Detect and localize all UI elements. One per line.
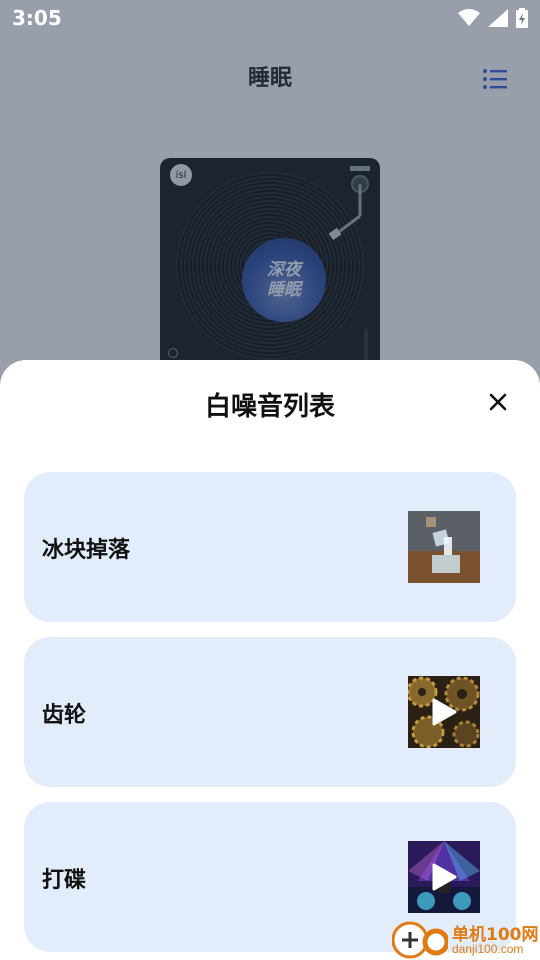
list-item[interactable]: 齿轮 [24, 637, 516, 787]
item-label: 冰块掉落 [42, 538, 131, 563]
list-item[interactable]: 冰块掉落 [24, 472, 516, 622]
noise-list: 冰块掉落 齿轮 打碟 [24, 472, 516, 960]
watermark-url: danji100.com [452, 942, 524, 956]
screen: 3:05 睡眠 深夜 睡眠 ísl 白噪音列表 冰块掉落 齿轮 打碟 单机100… [0, 0, 540, 960]
status-icons [458, 8, 528, 28]
ice-cubes-thumbnail [408, 511, 480, 583]
status-bar: 3:05 [0, 0, 540, 36]
signal-icon [488, 9, 508, 27]
battery-icon [516, 8, 528, 28]
status-time: 3:05 [12, 6, 62, 30]
dj-stage-thumbnail [408, 841, 480, 913]
item-label: 齿轮 [42, 703, 87, 728]
gears-thumbnail [408, 676, 480, 748]
sheet-title: 白噪音列表 [204, 392, 335, 422]
site-watermark: 单机100网 danji100.com [391, 918, 540, 960]
play-icon[interactable] [408, 676, 480, 748]
wifi-icon [458, 9, 480, 26]
close-icon[interactable] [484, 388, 512, 416]
watermark-logo-icon [391, 921, 450, 959]
item-label: 打碟 [42, 868, 87, 893]
white-noise-sheet: 白噪音列表 冰块掉落 齿轮 打碟 [0, 360, 540, 960]
play-icon[interactable] [408, 841, 480, 913]
